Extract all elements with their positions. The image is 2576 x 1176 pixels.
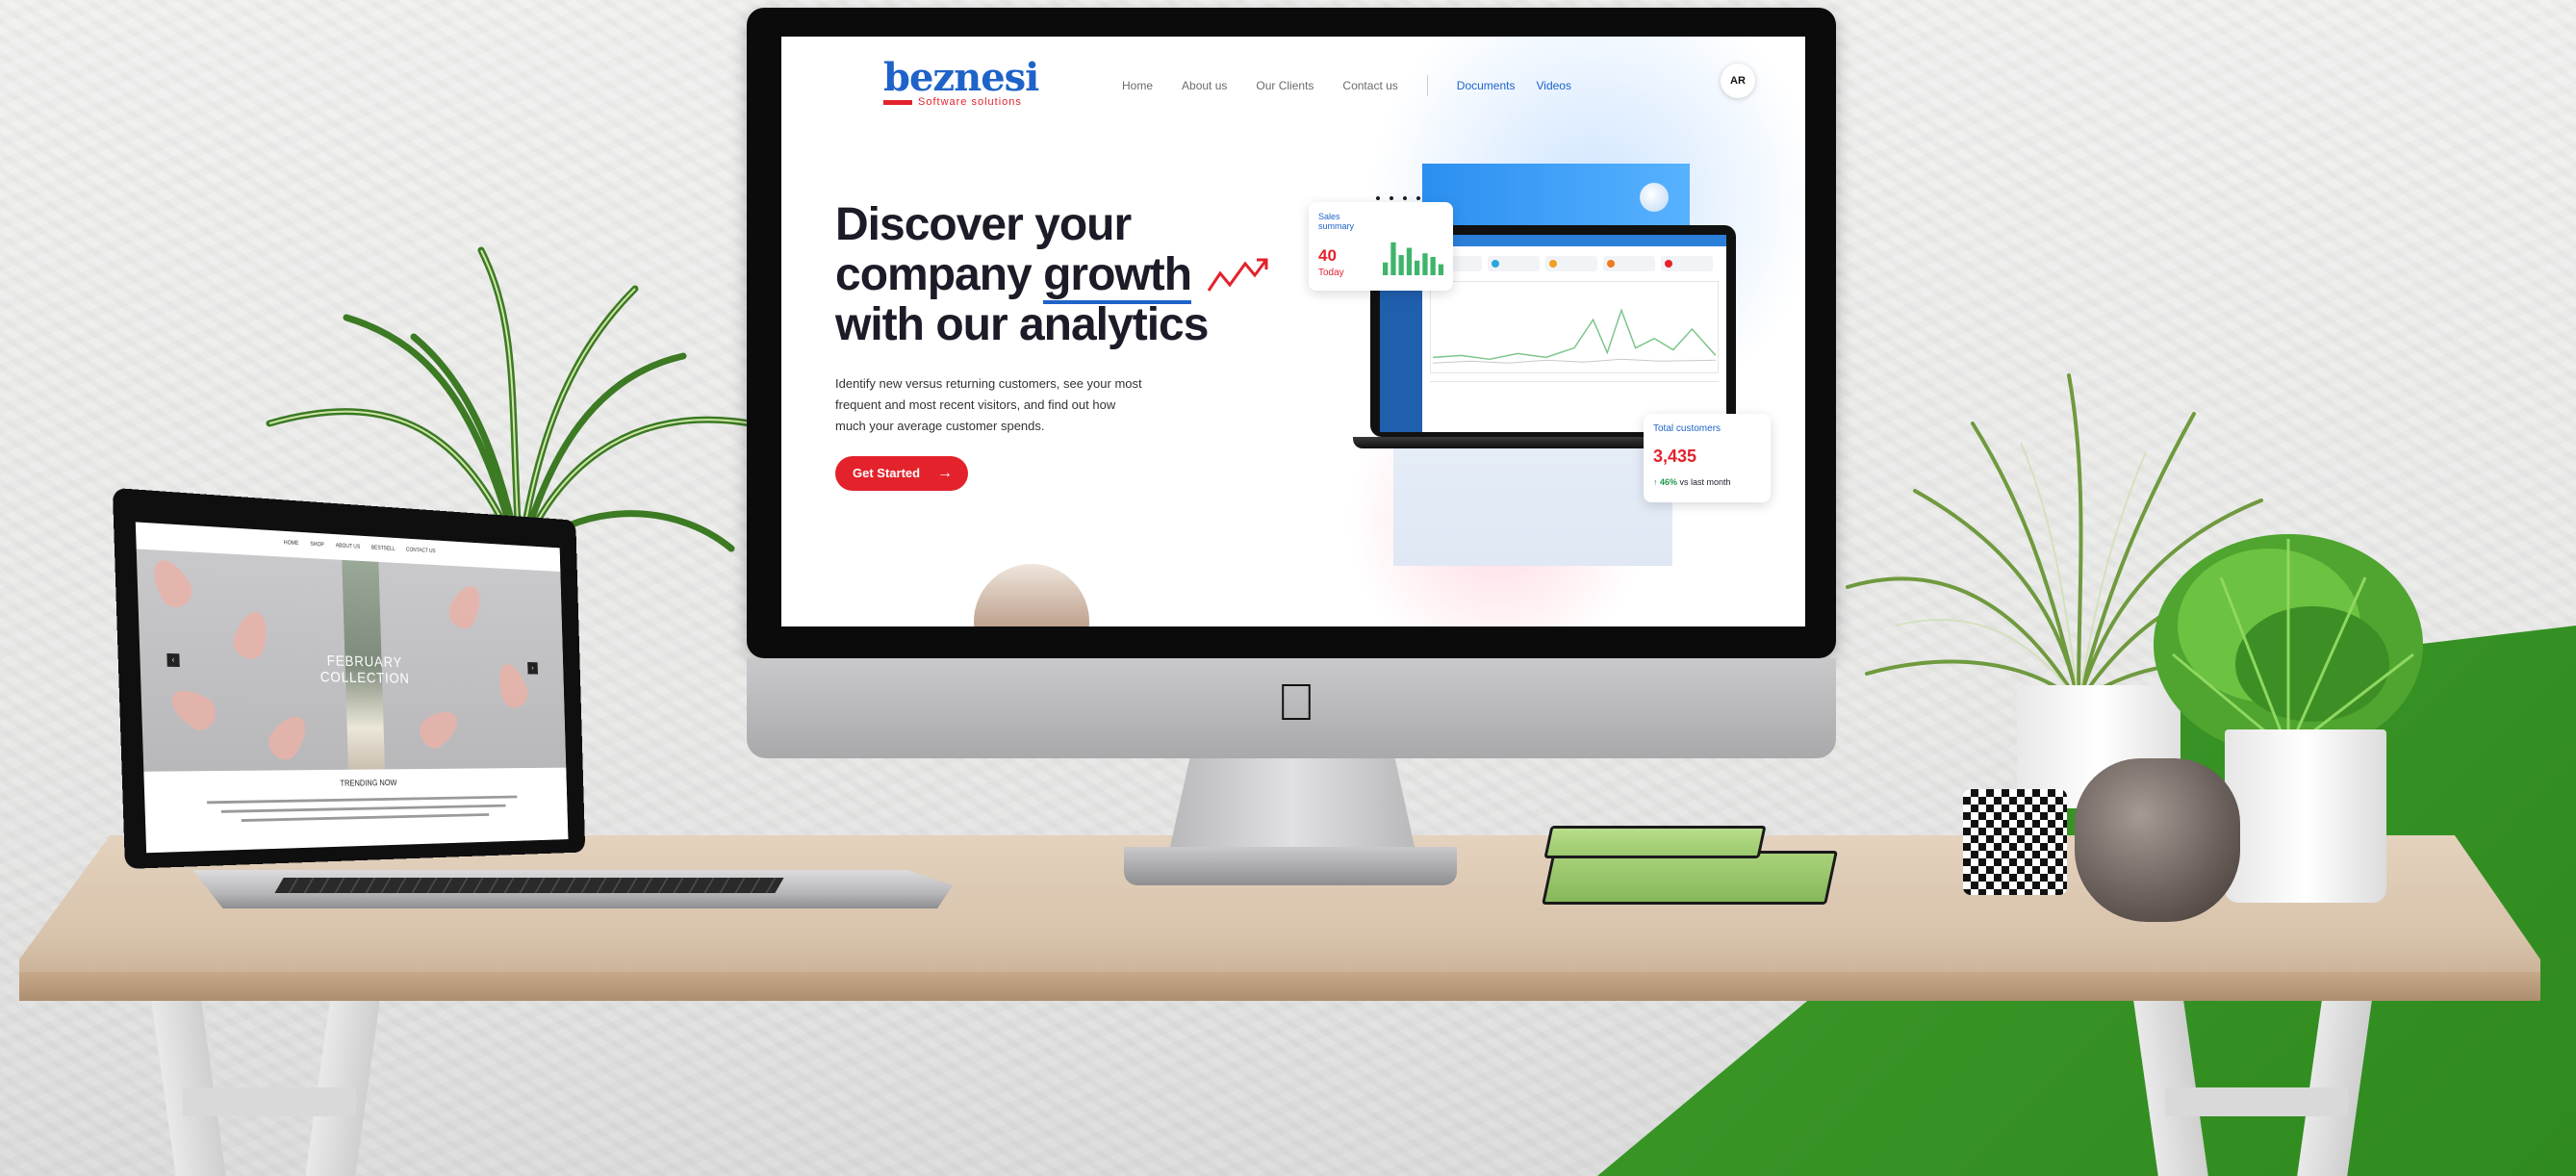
hero-title: Discover your company growth with our an… bbox=[835, 200, 1297, 350]
website-screen: beznesi Software solutions Home About us… bbox=[781, 37, 1805, 626]
sales-bar-chart bbox=[1383, 242, 1444, 275]
sales-bar bbox=[1383, 262, 1389, 275]
hero-description-line: Identify new versus returning customers,… bbox=[835, 376, 1142, 391]
get-started-button[interactable]: Get Started → bbox=[835, 456, 968, 491]
logo-tagline: Software solutions bbox=[918, 96, 1022, 108]
nav-videos[interactable]: Videos bbox=[1537, 79, 1571, 92]
sales-summary-period: Today bbox=[1318, 268, 1344, 278]
team-photo bbox=[974, 564, 1089, 626]
trend-up-icon: ↑ bbox=[1653, 477, 1658, 487]
laptop-screen: HOME SHOP ABOUT US BESTSELL CONTACT US F… bbox=[135, 522, 569, 854]
checkered-pot bbox=[1963, 789, 2067, 895]
hero-title-word: company bbox=[835, 249, 1033, 300]
sales-summary-value: 40 bbox=[1318, 246, 1337, 265]
ceramic-pot bbox=[2075, 758, 2240, 922]
sales-bar bbox=[1398, 255, 1404, 275]
decorative-leaf bbox=[263, 707, 314, 767]
sales-summary-card: Sales summary 40 Today bbox=[1309, 202, 1453, 291]
laptop-keyboard bbox=[274, 878, 784, 893]
total-customers-value: 3,435 bbox=[1653, 447, 1697, 466]
fashion-section-text bbox=[207, 795, 518, 830]
nav-home[interactable]: Home bbox=[1122, 79, 1153, 92]
decorative-leaf bbox=[493, 659, 532, 712]
language-switch[interactable]: AR bbox=[1721, 64, 1755, 98]
sales-bar bbox=[1415, 260, 1420, 275]
nav-about-us[interactable]: About us bbox=[1182, 79, 1227, 92]
sales-bar bbox=[1406, 247, 1413, 275]
caption-line: COLLECTION bbox=[319, 670, 410, 687]
illustration-orb bbox=[1640, 183, 1669, 212]
hero-description-line: frequent and most recent visitors, and f… bbox=[835, 397, 1116, 412]
trend-percent: 46% bbox=[1660, 477, 1678, 487]
desk-edge bbox=[19, 972, 2540, 1001]
hero-highlight-word: growth bbox=[1043, 249, 1192, 304]
decorative-leaf bbox=[166, 681, 221, 736]
sales-bar bbox=[1438, 264, 1444, 275]
decorative-leaf bbox=[230, 605, 273, 664]
imac-stand bbox=[1170, 758, 1415, 847]
carousel-prev-icon[interactable]: ‹ bbox=[166, 652, 180, 668]
dashboard-stat bbox=[1603, 256, 1655, 271]
sales-summary-title: Sales summary bbox=[1318, 212, 1355, 231]
site-logo[interactable]: beznesi Software solutions bbox=[883, 55, 1039, 108]
hero-description-line: much your average customer spends. bbox=[835, 419, 1045, 433]
logo-wordmark: beznesi bbox=[883, 55, 1039, 100]
main-nav: Home About us Our Clients Contact us Doc… bbox=[1122, 75, 1593, 96]
nav-contact-us[interactable]: Contact us bbox=[1342, 79, 1397, 92]
decorative-leaf bbox=[445, 578, 487, 634]
hero-title-line: with our analytics bbox=[835, 299, 1209, 350]
fashion-nav-item[interactable]: SHOP bbox=[310, 542, 324, 549]
nav-divider bbox=[1426, 75, 1428, 96]
decorative-dots bbox=[1376, 196, 1430, 200]
sales-bar bbox=[1422, 253, 1428, 275]
hero-title-line: Discover your bbox=[835, 199, 1132, 250]
fashion-nav-item[interactable]: ABOUT US bbox=[336, 544, 361, 550]
fashion-nav-item[interactable]: CONTACT US bbox=[406, 548, 436, 554]
laptop-lid: HOME SHOP ABOUT US BESTSELL CONTACT US F… bbox=[112, 487, 586, 869]
sales-bar bbox=[1430, 257, 1436, 275]
notebook bbox=[1543, 826, 1767, 858]
trend-up-arrow-icon bbox=[1207, 258, 1268, 292]
logo-accent-bar bbox=[883, 99, 912, 105]
apple-logo-icon:  bbox=[1272, 674, 1320, 731]
total-customers-card: Total customers 3,435 ↑ 46% vs last mont… bbox=[1644, 414, 1771, 502]
dashboard-stat bbox=[1661, 256, 1713, 271]
dashboard-stats bbox=[1430, 256, 1719, 271]
total-customers-trend: ↑ 46% vs last month bbox=[1653, 477, 1731, 487]
nav-our-clients[interactable]: Our Clients bbox=[1256, 79, 1314, 92]
fashion-nav-item[interactable]: BESTSELL bbox=[371, 546, 395, 552]
notebook bbox=[1542, 851, 1838, 905]
dashboard-line-chart bbox=[1430, 281, 1719, 373]
desk-crossbar bbox=[183, 1087, 356, 1116]
white-pot bbox=[2225, 729, 2386, 903]
fashion-hero-caption: FEBRUARY COLLECTION bbox=[304, 653, 424, 688]
arrow-right-icon: → bbox=[937, 465, 953, 481]
fashion-section-heading: TRENDING NOW bbox=[340, 778, 397, 788]
decorative-leaf bbox=[415, 703, 464, 754]
hero-description: Identify new versus returning customers,… bbox=[835, 373, 1201, 437]
imac-foot bbox=[1124, 847, 1457, 885]
carousel-next-icon[interactable]: › bbox=[527, 662, 538, 675]
desk-crossbar bbox=[2165, 1087, 2348, 1116]
sales-bar bbox=[1390, 242, 1396, 275]
total-customers-title: Total customers bbox=[1653, 423, 1722, 434]
trend-label: vs last month bbox=[1679, 477, 1731, 487]
decorative-leaf bbox=[145, 552, 198, 614]
nav-documents[interactable]: Documents bbox=[1457, 79, 1516, 92]
dashboard-stat bbox=[1488, 256, 1540, 271]
fashion-nav-item[interactable]: HOME bbox=[284, 540, 299, 547]
get-started-label: Get Started bbox=[853, 466, 921, 480]
fashion-hero-banner: FEBRUARY COLLECTION ‹ › bbox=[136, 549, 567, 772]
dashboard-stat bbox=[1545, 256, 1597, 271]
